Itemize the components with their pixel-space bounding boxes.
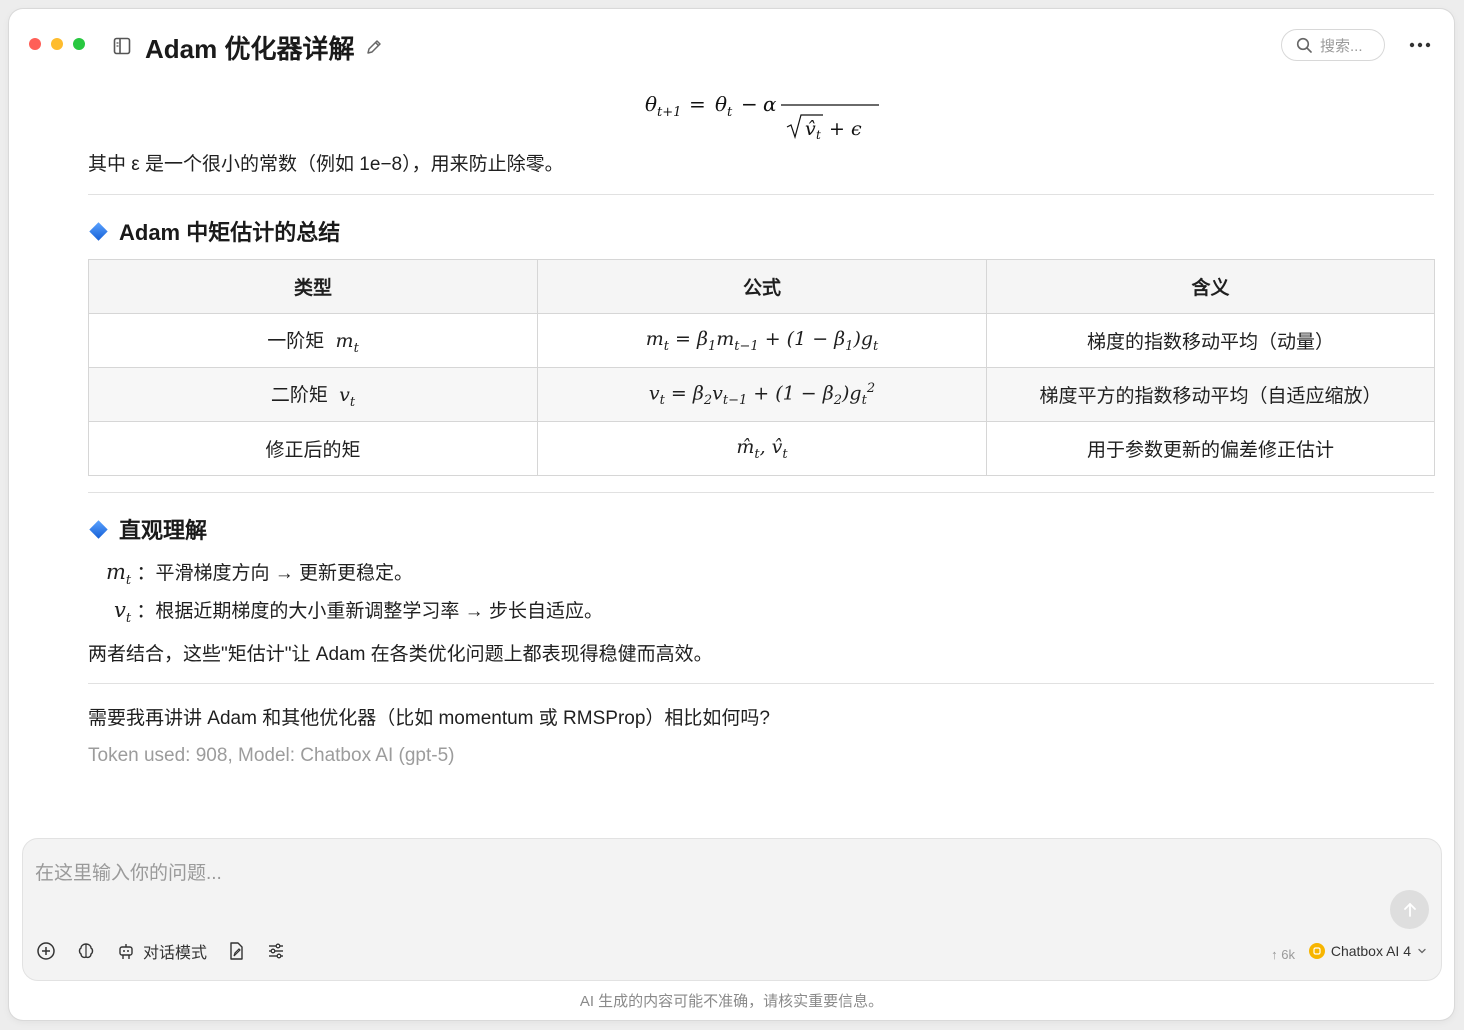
table-header-meaning: 含义 bbox=[986, 259, 1435, 314]
close-window-button[interactable] bbox=[29, 38, 41, 50]
math-m-t: mt bbox=[329, 329, 359, 356]
math-v-t: vt bbox=[333, 383, 356, 410]
token-indicator: ↑ 6k bbox=[1271, 947, 1295, 962]
conversation-title: Adam 优化器详解 bbox=[145, 34, 355, 64]
table-row: 修正后的矩 m̂t, v̂t 用于参数更新的偏差修正估计 bbox=[88, 421, 1435, 476]
row-type-label: 二阶矩 bbox=[270, 384, 328, 406]
attach-button[interactable] bbox=[35, 940, 57, 962]
search-placeholder: 搜索... bbox=[1320, 37, 1363, 55]
arrow-up-icon bbox=[1403, 902, 1416, 917]
table-cell-type: 二阶矩 vt bbox=[88, 367, 538, 422]
table-cell-meaning: 梯度平方的指数移动平均（自适应缩放） bbox=[986, 367, 1435, 422]
plus-circle-icon bbox=[37, 942, 55, 960]
search-input[interactable]: 搜索... bbox=[1281, 29, 1385, 61]
formula-corrected-moments: m̂t, v̂t bbox=[537, 421, 987, 476]
blue-diamond-icon bbox=[89, 221, 108, 241]
svg-text:−: − bbox=[741, 92, 758, 116]
mode-button[interactable] bbox=[115, 940, 137, 962]
math-v-t: vt bbox=[114, 598, 132, 627]
follow-up-question: 需要我再讲讲 Adam 和其他优化器（比如 momentum 或 RMSProp… bbox=[88, 708, 770, 729]
svg-text:v̂: v̂ bbox=[805, 118, 816, 140]
document-button[interactable] bbox=[225, 940, 247, 962]
table-header-formula: 公式 bbox=[537, 259, 987, 314]
model-name: Chatbox AI 4 bbox=[1330, 943, 1411, 959]
send-button[interactable] bbox=[1390, 890, 1429, 929]
table-row: 二阶矩 vt vt = β2vt−1 + (1 − β2)gt2 梯度平方的指数… bbox=[88, 367, 1435, 422]
edit-title-icon[interactable] bbox=[365, 38, 383, 56]
svg-text:θ: θ bbox=[715, 92, 727, 116]
message-composer[interactable]: 在这里输入你的问题... 对话模式 ↑ 6k Chatbox AI 4 bbox=[22, 838, 1442, 981]
section-heading-summary: Adam 中矩估计的总结 bbox=[88, 215, 340, 247]
divider bbox=[88, 683, 1434, 684]
more-options-icon[interactable] bbox=[1408, 37, 1432, 53]
svg-text:t: t bbox=[816, 128, 821, 142]
knowledge-button[interactable] bbox=[75, 940, 97, 962]
mode-label[interactable]: 对话模式 bbox=[143, 939, 207, 963]
update-rule-formula: θ t+1 = θ t − α v̂ t + ϵ bbox=[645, 92, 879, 142]
app-window: Adam 优化器详解 搜索... θ t+1 = θ t − α v̂ t + … bbox=[9, 9, 1454, 1020]
model-logo-icon bbox=[1308, 943, 1325, 959]
model-selector[interactable]: Chatbox AI 4 bbox=[1308, 943, 1427, 959]
table-cell-meaning: 用于参数更新的偏差修正估计 bbox=[986, 421, 1435, 476]
table-row: 一阶矩 mt mt = β1mt−1 + (1 − β1)gt 梯度的指数移动平… bbox=[88, 313, 1435, 368]
table-header-type: 类型 bbox=[88, 259, 538, 314]
token-usage-info: Token used: 908, Model: Chatbox AI (gpt-… bbox=[88, 745, 455, 766]
svg-text:α: α bbox=[763, 92, 777, 116]
epsilon-note: 其中 ε 是一个很小的常数（例如 1e−8），用来防止除零。 bbox=[88, 154, 564, 175]
table-cell-meaning: 梯度的指数移动平均（动量） bbox=[986, 313, 1435, 368]
composer-toolbar: 对话模式 bbox=[35, 939, 287, 963]
moments-table: 类型 公式 含义 一阶矩 mt mt = β1mt−1 + (1 − β1)gt… bbox=[88, 259, 1435, 476]
brain-icon bbox=[78, 943, 94, 959]
settings-button[interactable] bbox=[265, 940, 287, 962]
table-cell-type: 修正后的矩 bbox=[88, 421, 538, 476]
minimize-window-button[interactable] bbox=[51, 38, 63, 50]
bullet-v-t: vt ：根据近期梯度的大小重新调整学习率 → 步长自适应。 bbox=[114, 596, 603, 626]
svg-text:θ: θ bbox=[645, 92, 657, 116]
section-heading-summary-text: Adam 中矩估计的总结 bbox=[119, 220, 341, 245]
search-icon bbox=[1296, 37, 1312, 53]
svg-text:t+1: t+1 bbox=[657, 105, 681, 120]
message-input[interactable]: 在这里输入你的问题... bbox=[35, 858, 222, 885]
bullet-m-t: mt ：平滑梯度方向 → 更新更稳定。 bbox=[106, 558, 413, 588]
chevron-down-icon bbox=[1418, 948, 1426, 954]
table-cell-type: 一阶矩 mt bbox=[88, 313, 538, 368]
math-m-t: mt bbox=[106, 560, 132, 589]
svg-text:=: = bbox=[689, 92, 706, 116]
ai-disclaimer: AI 生成的内容可能不准确，请核实重要信息。 bbox=[579, 993, 884, 1010]
section-heading-intuition: 直观理解 bbox=[88, 513, 207, 545]
svg-text:t: t bbox=[727, 105, 733, 120]
robot-icon bbox=[119, 944, 133, 959]
conclusion-text: 两者结合，这些"矩估计"让 Adam 在各类优化问题上都表现得稳健而高效。 bbox=[88, 644, 713, 665]
svg-text:+: + bbox=[829, 118, 845, 140]
section-heading-intuition-text: 直观理解 bbox=[119, 518, 208, 543]
formula-first-moment: mt = β1mt−1 + (1 − β1)gt bbox=[537, 313, 987, 368]
document-edit-icon bbox=[230, 942, 243, 960]
svg-text:ϵ: ϵ bbox=[851, 118, 862, 140]
maximize-window-button[interactable] bbox=[73, 38, 85, 50]
window-controls bbox=[29, 38, 85, 50]
divider bbox=[88, 194, 1434, 195]
divider bbox=[88, 492, 1434, 493]
sidebar-toggle-icon[interactable] bbox=[113, 37, 131, 55]
sliders-icon bbox=[269, 943, 284, 959]
bullet-m-text: ：平滑梯度方向 → 更新更稳定。 bbox=[136, 563, 413, 584]
blue-diamond-icon bbox=[89, 519, 108, 539]
formula-second-moment: vt = β2vt−1 + (1 − β2)gt2 bbox=[537, 367, 987, 422]
bullet-v-text: ：根据近期梯度的大小重新调整学习率 → 步长自适应。 bbox=[136, 601, 603, 622]
row-type-label: 一阶矩 bbox=[267, 330, 325, 352]
